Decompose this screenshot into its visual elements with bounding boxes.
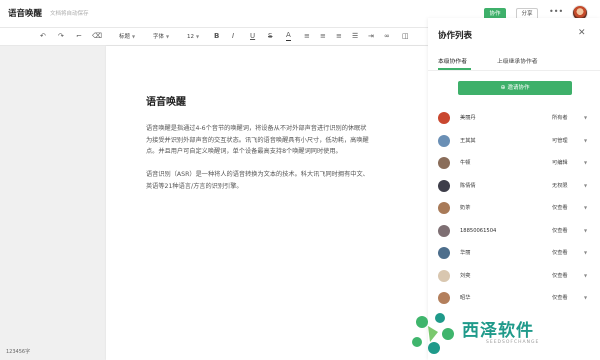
member-avatar — [438, 112, 450, 124]
italic-icon[interactable]: I — [232, 31, 234, 42]
align-right-icon[interactable]: ≡ — [336, 31, 342, 42]
member-row[interactable]: 奶茶 仅查看 ▼ — [428, 199, 600, 219]
member-role-dropdown[interactable]: 可管理 — [552, 136, 568, 146]
watermark-subtitle: SEEDSOFCHANGE — [486, 340, 540, 345]
heading-label: 标题 — [119, 34, 131, 40]
chevron-down-icon: ▼ — [196, 34, 200, 39]
bold-icon[interactable]: B — [214, 31, 219, 42]
member-row[interactable]: 牛顿 可编辑 ▼ — [428, 154, 600, 174]
chevron-down-icon[interactable]: ▼ — [584, 181, 587, 191]
list-icon[interactable]: ☰ — [352, 31, 358, 42]
collaborator-panel: 协作列表 ✕ 本级协作者 上级继承协作者 ⊕ 邀请协作 美丽丹 所有者 ▼ 王其其 可管理… — [428, 18, 600, 360]
paragraph-line: 为接受并识别外部声音的交互状态。讯飞的语音唤醒具有小尺寸，低功耗，高唤醒 — [146, 136, 369, 144]
more-icon[interactable]: ••• — [549, 8, 563, 16]
member-name: 刘奕 — [460, 272, 471, 279]
text-color-icon[interactable]: A — [286, 31, 291, 41]
paragraph-line: 语音唤醒是指通过4-6个音节的唤醒词，将设备从不对外部声音进行识别的休眠状 — [146, 125, 367, 132]
save-status: 文档将自动保存 — [50, 11, 89, 17]
paragraph-line: 点。并且用户可自定义唤醒词，单个设备最高支持8个唤醒词同时使用。 — [146, 148, 342, 155]
member-row[interactable]: 刘奕 仅查看 ▼ — [428, 267, 600, 287]
watermark-name: 西泽软件 — [462, 321, 534, 341]
member-name: 美丽丹 — [460, 115, 476, 121]
document-canvas: 语音唤醒 语音唤醒是指通过4-6个音节的唤醒词，将设备从不对外部声音进行识别的休… — [0, 46, 428, 360]
word-count: 123456字 — [6, 349, 31, 355]
font-dropdown[interactable]: 字体 ▼ — [153, 31, 169, 43]
chevron-down-icon[interactable]: ▼ — [584, 293, 587, 303]
member-role-dropdown[interactable]: 所有者 — [552, 113, 568, 123]
tab-inherited-collaborators[interactable]: 上级继承协作者 — [497, 56, 538, 65]
member-role-dropdown[interactable]: 仅查看 — [552, 271, 568, 281]
member-row[interactable]: 陈倩倩 无权限 ▼ — [428, 177, 600, 197]
active-tab-indicator — [438, 68, 471, 70]
chevron-down-icon[interactable]: ▼ — [584, 136, 587, 146]
document-page[interactable]: 语音唤醒 语音唤醒是指通过4-6个音节的唤醒词，将设备从不对外部声音进行识别的休… — [106, 46, 428, 360]
member-avatar — [438, 134, 450, 147]
member-name: 昭华 — [460, 295, 471, 301]
member-avatar — [438, 247, 450, 259]
member-name: 陈倩倩 — [460, 182, 476, 189]
member-row[interactable]: 18850061504 仅查看 ▼ — [428, 222, 600, 242]
member-role-dropdown[interactable]: 仅查看 — [552, 248, 568, 258]
paragraph-wake-word[interactable]: 语音唤醒是指通过4-6个音节的唤醒词，将设备从不对外部声音进行识别的休眠状 为接… — [146, 123, 428, 158]
member-name: 牛顿 — [460, 160, 471, 166]
font-size-label: 12 — [187, 34, 194, 40]
member-name: 18850061504 — [460, 227, 497, 234]
align-left-icon[interactable]: ≡ — [304, 31, 310, 42]
indent-icon[interactable]: ⇥ — [368, 31, 374, 42]
member-row[interactable]: 昭华 仅查看 ▼ — [428, 289, 600, 309]
underline-icon[interactable]: U — [250, 31, 255, 42]
member-avatar — [438, 292, 450, 304]
document-heading[interactable]: 语音唤醒 — [146, 93, 186, 108]
user-add-icon: ⊕ — [500, 84, 506, 91]
comment-icon[interactable]: ◫ — [402, 31, 409, 42]
member-name: 奶茶 — [460, 205, 471, 211]
member-role-dropdown[interactable]: 仅查看 — [552, 226, 568, 236]
font-label: 字体 — [153, 34, 165, 40]
member-row[interactable]: 华丽 仅查看 ▼ — [428, 244, 600, 264]
member-role-dropdown[interactable]: 仅查看 — [552, 293, 568, 303]
document-title: 语音唤醒 — [8, 9, 43, 19]
undo-icon[interactable]: ↶ — [40, 31, 46, 42]
member-name: 王其其 — [460, 137, 476, 144]
strikethrough-icon[interactable]: S — [268, 31, 272, 42]
tab-current-collaborators[interactable]: 本级协作者 — [438, 56, 467, 65]
panel-title: 协作列表 — [438, 31, 473, 41]
member-role-dropdown[interactable]: 仅查看 — [552, 203, 568, 213]
font-size-dropdown[interactable]: 12 ▼ — [187, 31, 199, 43]
member-role-dropdown[interactable]: 无权限 — [552, 181, 568, 191]
watermark-logo-icon — [412, 313, 454, 354]
member-role-dropdown[interactable]: 可编辑 — [552, 158, 568, 168]
format-toolbar: ↶ ↷ ⌐ ⌫ 标题 ▼ 字体 ▼ 12 ▼ B I U S A ≡ ≡ ≡ ☰ ⇥ … — [0, 28, 428, 46]
member-row[interactable]: 美丽丹 所有者 ▼ — [428, 109, 600, 129]
clear-format-icon[interactable]: ⌫ — [92, 31, 102, 42]
chevron-down-icon: ▼ — [132, 34, 136, 39]
close-icon[interactable]: ✕ — [578, 28, 586, 38]
invite-label: 邀请协作 — [507, 85, 530, 91]
member-avatar — [438, 202, 450, 214]
chevron-down-icon: ▼ — [166, 34, 170, 39]
paragraph-line: 语音识别（ASR）是一种将人的语音转换为文本的技术。科大讯飞同时拥有中文、 — [146, 171, 369, 178]
member-avatar — [438, 224, 450, 237]
chevron-down-icon[interactable]: ▼ — [584, 226, 587, 236]
chevron-down-icon[interactable]: ▼ — [584, 203, 587, 213]
member-avatar — [438, 157, 450, 169]
member-avatar — [438, 269, 450, 282]
align-center-icon[interactable]: ≡ — [320, 31, 326, 42]
chevron-down-icon[interactable]: ▼ — [584, 248, 587, 258]
link-icon[interactable]: ∞ — [384, 31, 390, 42]
member-avatar — [438, 179, 450, 192]
tab-divider — [428, 70, 600, 71]
chevron-down-icon[interactable]: ▼ — [584, 158, 587, 168]
invite-collaborator-button[interactable]: ⊕ 邀请协作 — [458, 81, 572, 95]
paragraph-asr[interactable]: 语音识别（ASR）是一种将人的语音转换为文本的技术。科大讯飞同时拥有中文、 英语… — [146, 169, 428, 192]
paragraph-line: 英语等21种语言/方言的识别引擎。 — [146, 182, 243, 190]
redo-icon[interactable]: ↷ — [58, 31, 64, 42]
member-row[interactable]: 王其其 可管理 ▼ — [428, 132, 600, 152]
heading-dropdown[interactable]: 标题 ▼ — [119, 31, 135, 43]
member-name: 华丽 — [460, 250, 471, 256]
format-painter-icon[interactable]: ⌐ — [76, 31, 82, 42]
watermark: 西泽软件 SEEDSOFCHANGE — [400, 310, 600, 360]
chevron-down-icon[interactable]: ▼ — [584, 113, 587, 123]
chevron-down-icon[interactable]: ▼ — [584, 271, 587, 281]
